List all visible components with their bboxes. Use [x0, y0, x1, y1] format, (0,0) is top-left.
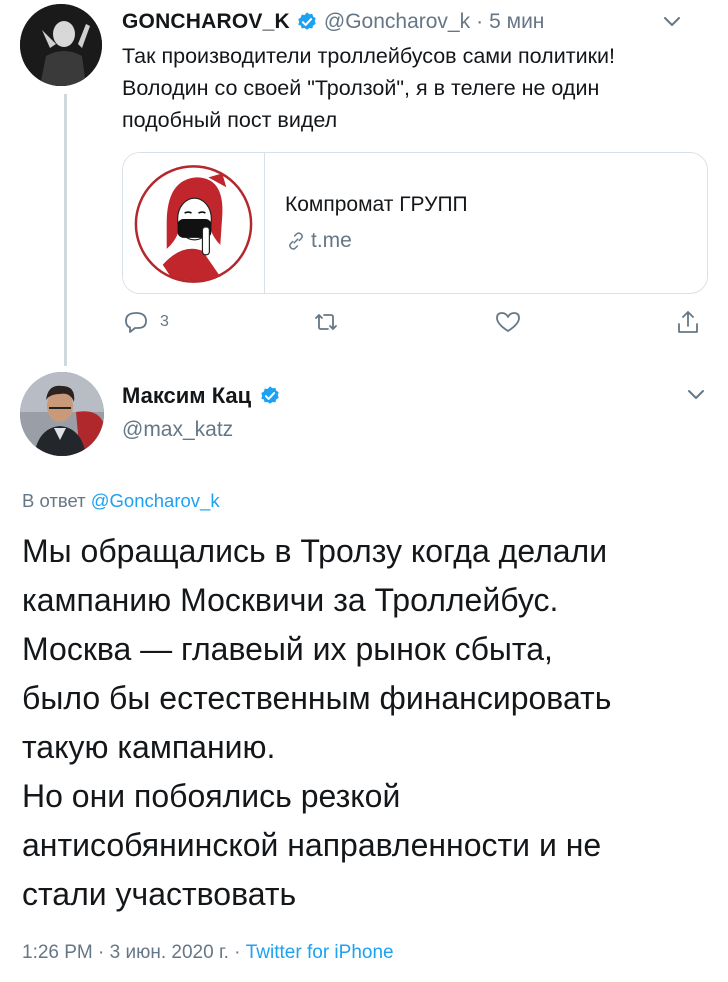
avatar[interactable] — [20, 372, 104, 456]
card-title: Компромат ГРУПП — [285, 193, 468, 216]
reply-count: 3 — [160, 313, 169, 330]
tweet-actions: 3 — [122, 308, 708, 342]
card-domain-text: t.me — [311, 229, 352, 252]
tweet-line: Мы обращались в Тролзу когда делали — [22, 533, 608, 569]
tweet-date[interactable]: 3 июн. 2020 г. — [110, 942, 229, 963]
author-handle[interactable]: @max_katz — [122, 418, 233, 442]
card-domain: t.me — [285, 229, 352, 253]
like-button[interactable] — [494, 308, 522, 336]
tweet-line: такую кампанию. — [22, 729, 276, 765]
link-card[interactable]: Компромат ГРУПП t.me — [122, 152, 708, 294]
author-name[interactable]: Максим Кац — [122, 383, 251, 409]
thread-connector — [64, 94, 67, 366]
retweet-button[interactable] — [312, 308, 340, 336]
verified-icon — [261, 386, 279, 404]
share-icon — [678, 311, 698, 333]
reply-prefix: В ответ — [22, 490, 86, 511]
reply-button[interactable]: 3 — [122, 308, 169, 336]
author-name-row: Максим Кац — [122, 383, 287, 409]
link-icon — [289, 232, 303, 250]
reply-handle-link[interactable]: @Goncharov_k — [91, 490, 220, 511]
tweet-time[interactable]: 1:26 PM — [22, 942, 93, 963]
like-icon — [496, 312, 520, 332]
chevron-down-icon[interactable] — [686, 388, 706, 402]
tweet-line: антисобянинской направленности и не — [22, 827, 602, 863]
author-name[interactable]: GONCHAROV_K — [122, 10, 290, 34]
avatar[interactable] — [20, 4, 102, 86]
author-handle[interactable]: @Goncharov_k — [324, 10, 470, 34]
source-link[interactable]: Twitter for iPhone — [246, 942, 394, 963]
tweet-line: стали участвовать — [22, 876, 297, 912]
separator: · — [98, 942, 105, 963]
tweet-line: было бы естественным финансировать — [22, 680, 612, 716]
reply-icon — [125, 312, 147, 333]
share-button[interactable] — [674, 308, 702, 336]
tweet-line: Москва — главеый их рынок сбыта, — [22, 631, 553, 667]
reply-context: В ответ @Goncharov_k — [22, 490, 220, 512]
tweet-text: Так производители троллейбусов сами поли… — [122, 44, 615, 132]
tweet-line: кампанию Москвичи за Троллейбус. — [22, 582, 559, 618]
tweet-meta: 1:26 PM · 3 июн. 2020 г. · Twitter for i… — [22, 942, 394, 964]
separator: · — [234, 942, 241, 963]
tweet-header: GONCHAROV_K @Goncharov_k · 5 мин — [122, 8, 704, 36]
verified-icon — [298, 12, 316, 30]
retweet-icon — [315, 314, 337, 330]
separator: · — [476, 10, 484, 33]
tweet-line: Но они побоялись резкой — [22, 778, 401, 814]
tweet-body: Мы обращались в Тролзу когда делали камп… — [22, 527, 712, 919]
card-thumbnail — [123, 153, 265, 293]
chevron-down-icon[interactable] — [662, 15, 682, 29]
timestamp[interactable]: 5 мин — [489, 10, 544, 34]
